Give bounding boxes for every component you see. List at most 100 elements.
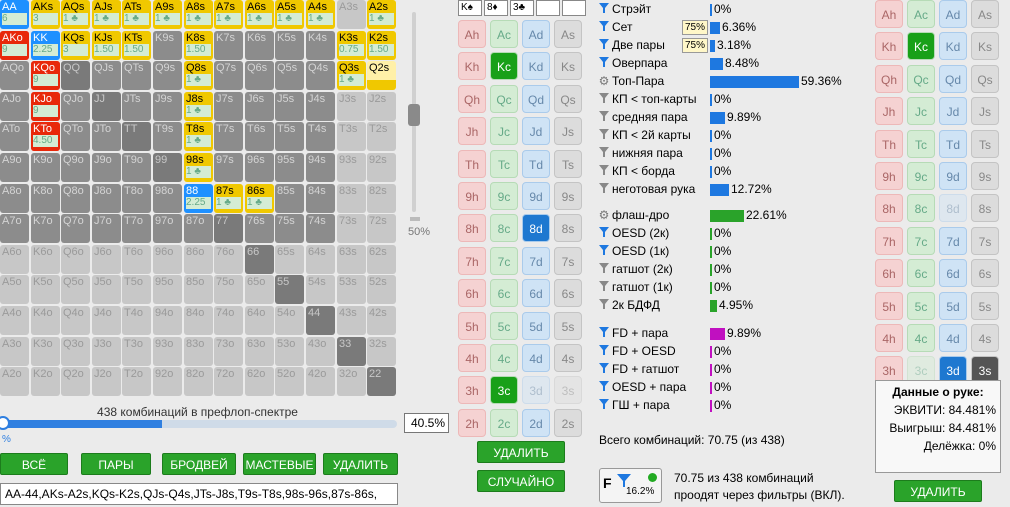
hole-card-6s[interactable]: 6s	[971, 259, 999, 288]
range-cell-96o[interactable]: 96o	[153, 245, 182, 274]
range-cell-K5o[interactable]: K5o	[31, 275, 60, 304]
range-cell-54o[interactable]: 54o	[275, 306, 304, 335]
range-cell-Q8o[interactable]: Q8o	[61, 184, 90, 213]
range-cell-72s[interactable]: 72s	[367, 214, 396, 243]
range-cell-J7o[interactable]: J7o	[92, 214, 121, 243]
range-cell-Q3s[interactable]: Q3s 1 ♣	[337, 61, 366, 90]
hole-card-5s[interactable]: 5s	[971, 291, 999, 320]
range-cell-QJs[interactable]: QJs	[92, 61, 121, 90]
hole-card-Kd[interactable]: Kd	[939, 32, 967, 61]
funnel-icon[interactable]	[598, 90, 610, 108]
clear-board-button[interactable]: УДАЛИТЬ	[477, 441, 565, 463]
board-slot-2[interactable]: 8♦	[484, 0, 508, 16]
hole-card-Td[interactable]: Td	[939, 129, 967, 158]
range-cell-J2s[interactable]: J2s	[367, 92, 396, 121]
range-cell-T7s[interactable]: T7s	[214, 122, 243, 151]
hole-card-9s[interactable]: 9s	[971, 162, 999, 190]
funnel-icon[interactable]	[598, 144, 610, 162]
funnel-icon[interactable]	[598, 224, 610, 242]
board-card-6d[interactable]: 6d	[522, 279, 550, 308]
range-cell-42o[interactable]: 42o	[306, 367, 335, 396]
range-cell-J6s[interactable]: J6s	[245, 92, 274, 121]
funnel-icon[interactable]	[598, 126, 610, 144]
range-cell-63o[interactable]: 63o	[245, 337, 274, 366]
range-cell-75o[interactable]: 75o	[214, 275, 243, 304]
range-cell-94s[interactable]: 94s	[306, 153, 335, 182]
range-cell-J9o[interactable]: J9o	[92, 153, 121, 182]
range-cell-87o[interactable]: 87o	[184, 214, 213, 243]
range-cell-22[interactable]: 22	[367, 367, 396, 396]
board-card-9d[interactable]: 9d	[522, 182, 550, 210]
range-cell-55[interactable]: 55	[275, 275, 304, 304]
range-cell-J7s[interactable]: J7s	[214, 92, 243, 121]
board-slot-3[interactable]: 3♣	[510, 0, 534, 16]
board-card-4d[interactable]: 4d	[522, 344, 550, 372]
hole-card-5h[interactable]: 5h	[875, 291, 903, 320]
funnel-icon[interactable]	[598, 180, 610, 198]
range-cell-84s[interactable]: 84s	[306, 184, 335, 213]
range-cell-62o[interactable]: 62o	[245, 367, 274, 396]
hole-card-6h[interactable]: 6h	[875, 259, 903, 288]
range-cell-96s[interactable]: 96s	[245, 153, 274, 182]
range-cell-AA[interactable]: AA 6	[0, 0, 29, 29]
hole-card-4s[interactable]: 4s	[971, 324, 999, 352]
range-cell-84o[interactable]: 84o	[184, 306, 213, 335]
funnel-icon[interactable]	[598, 260, 610, 278]
range-cell-QTs[interactable]: QTs	[122, 61, 151, 90]
range-cell-53s[interactable]: 53s	[337, 275, 366, 304]
range-text-field[interactable]: AA-44,AKs-A2s,KQs-K2s,QJs-Q4s,JTs-J8s,T9…	[0, 483, 398, 505]
range-cell-Q6o[interactable]: Q6o	[61, 245, 90, 274]
board-card-2d[interactable]: 2d	[522, 408, 550, 437]
range-cell-72o[interactable]: 72o	[214, 367, 243, 396]
range-cell-J6o[interactable]: J6o	[92, 245, 121, 274]
range-cell-Q9s[interactable]: Q9s	[153, 61, 182, 90]
range-cell-K3s[interactable]: K3s 0.75	[337, 31, 366, 60]
clear-range-button[interactable]: УДАЛИТЬ	[323, 453, 398, 475]
board-card-8h[interactable]: 8h	[458, 214, 486, 243]
range-cell-43o[interactable]: 43o	[306, 337, 335, 366]
gear-icon[interactable]: ⚙	[598, 72, 610, 90]
board-card-5c[interactable]: 5c	[490, 311, 518, 340]
range-cell-86s[interactable]: 86s 1 ♣	[245, 184, 274, 213]
range-cell-Q7s[interactable]: Q7s	[214, 61, 243, 90]
range-percent-field[interactable]: 40.5%	[404, 413, 449, 433]
range-cell-Q2s[interactable]: Q2s	[367, 61, 396, 90]
range-cell-Q4o[interactable]: Q4o	[61, 306, 90, 335]
funnel-icon[interactable]	[598, 378, 610, 396]
hole-card-As[interactable]: As	[971, 0, 999, 28]
board-card-2s[interactable]: 2s	[554, 408, 582, 437]
board-card-6s[interactable]: 6s	[554, 279, 582, 308]
range-cell-A4o[interactable]: A4o	[0, 306, 29, 335]
board-card-6c[interactable]: 6c	[490, 279, 518, 308]
range-cell-AJs[interactable]: AJs 1 ♣	[92, 0, 121, 29]
range-cell-T9o[interactable]: T9o	[122, 153, 151, 182]
range-cell-AJo[interactable]: AJo	[0, 92, 29, 121]
range-cell-T6s[interactable]: T6s	[245, 122, 274, 151]
range-cell-65o[interactable]: 65o	[245, 275, 274, 304]
range-cell-A4s[interactable]: A4s 1 ♣	[306, 0, 335, 29]
board-card-Ad[interactable]: Ad	[522, 20, 550, 48]
range-cell-KTs[interactable]: KTs 1.50	[122, 31, 151, 60]
hole-card-Qc[interactable]: Qc	[907, 64, 935, 93]
range-cell-JJ[interactable]: JJ	[92, 92, 121, 121]
hole-card-6d[interactable]: 6d	[939, 259, 967, 288]
hole-card-7d[interactable]: 7d	[939, 226, 967, 255]
hole-card-9h[interactable]: 9h	[875, 162, 903, 190]
hole-card-Ac[interactable]: Ac	[907, 0, 935, 28]
range-cell-73s[interactable]: 73s	[337, 214, 366, 243]
range-cell-AQs[interactable]: AQs 1 ♣	[61, 0, 90, 29]
hole-card-Kc[interactable]: Kc	[907, 32, 935, 61]
range-cell-54s[interactable]: 54s	[306, 275, 335, 304]
board-card-Js[interactable]: Js	[554, 117, 582, 146]
range-cell-JTs[interactable]: JTs	[122, 92, 151, 121]
board-card-Jd[interactable]: Jd	[522, 117, 550, 146]
range-cell-QTo[interactable]: QTo	[61, 122, 90, 151]
range-cell-A3o[interactable]: A3o	[0, 337, 29, 366]
range-cell-A6o[interactable]: A6o	[0, 245, 29, 274]
hole-card-8s[interactable]: 8s	[971, 194, 999, 223]
board-slot-4[interactable]	[536, 0, 560, 16]
board-card-7h[interactable]: 7h	[458, 246, 486, 275]
board-card-8s[interactable]: 8s	[554, 214, 582, 243]
funnel-icon[interactable]	[598, 18, 610, 36]
range-cell-T2s[interactable]: T2s	[367, 122, 396, 151]
